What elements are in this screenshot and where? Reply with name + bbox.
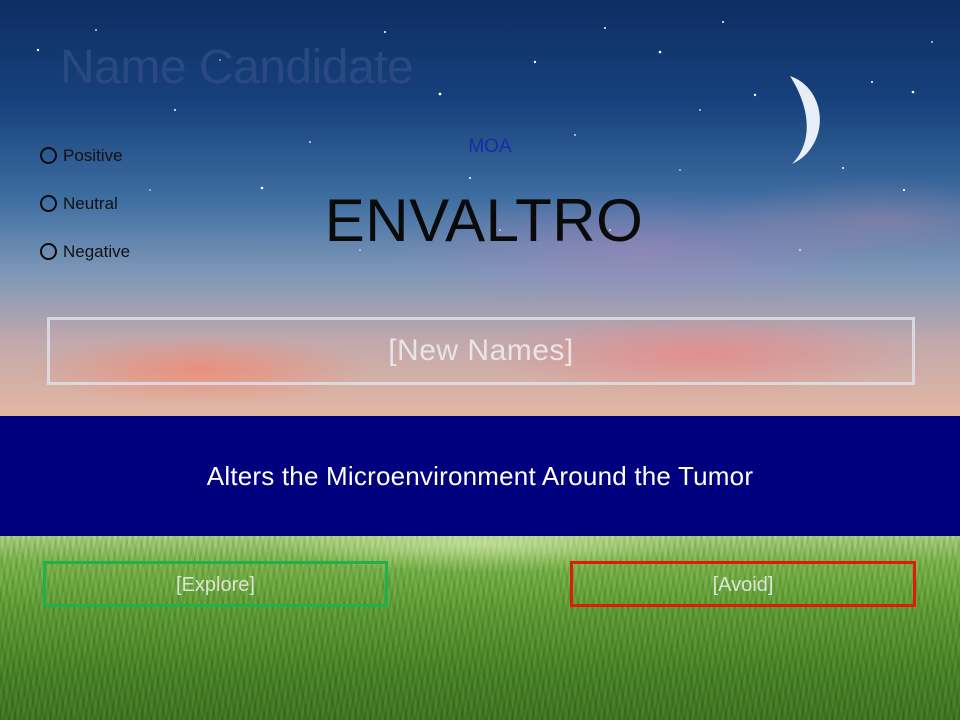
candidate-name: ENVALTRO: [324, 187, 644, 254]
page-title: Name Candidate: [60, 41, 414, 94]
explore-box[interactable]: [Explore]: [43, 561, 388, 607]
moa-description: Alters the Microenvironment Around the T…: [206, 460, 754, 491]
avoid-box[interactable]: [Avoid]: [570, 561, 916, 607]
explore-label: [Explore]: [176, 574, 255, 596]
moa-label: MOA: [468, 136, 512, 157]
moa-description-band: Alters the Microenvironment Around the T…: [0, 416, 960, 536]
avoid-label: [Avoid]: [712, 574, 774, 596]
new-names-placeholder: [New Names]: [388, 334, 574, 367]
new-names-field[interactable]: [New Names]: [47, 317, 915, 385]
